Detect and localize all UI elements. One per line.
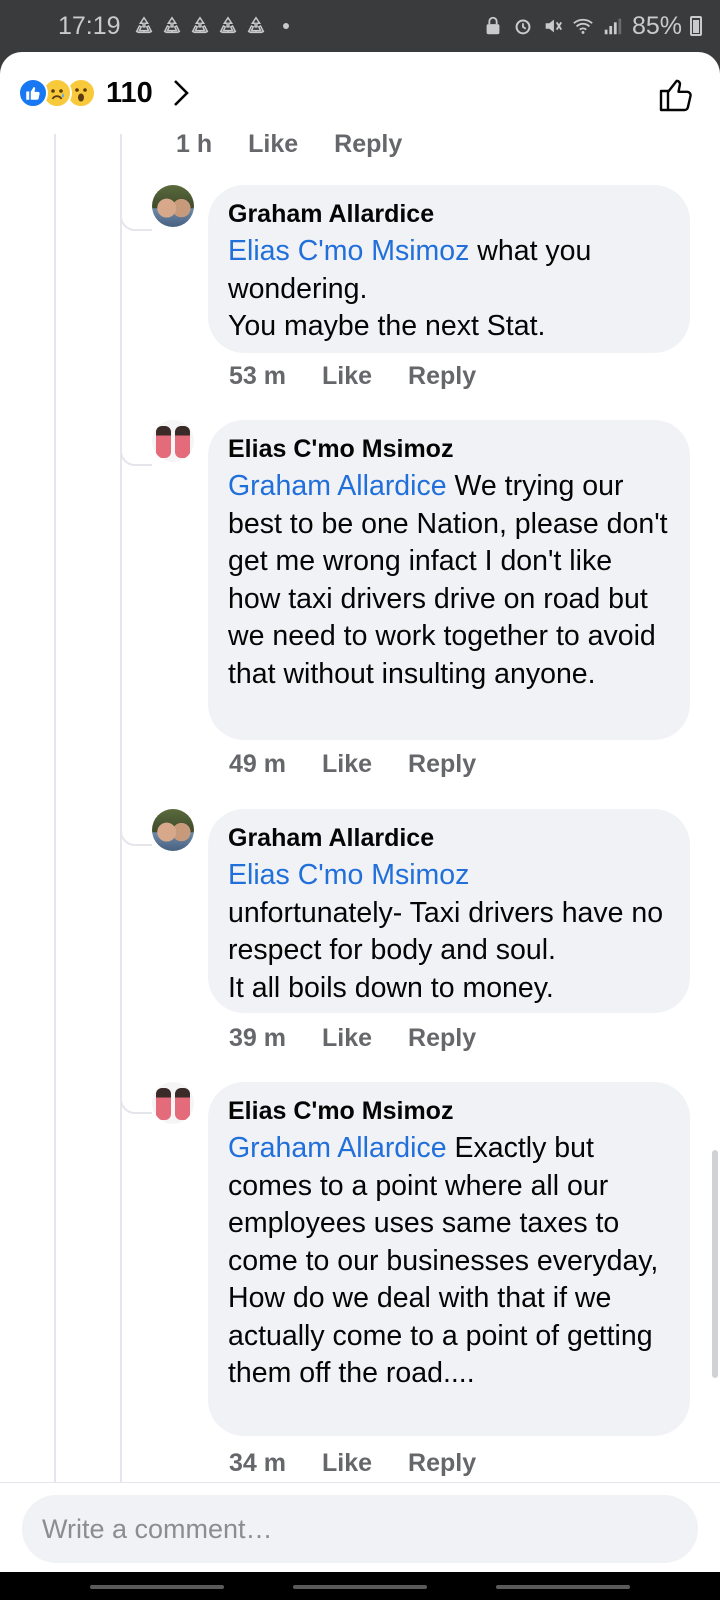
avatar[interactable] [152, 1082, 194, 1124]
reactions-header: 110 [0, 52, 720, 134]
thread-connector [120, 202, 152, 231]
mute-icon [545, 19, 562, 33]
system-icons: 85% [482, 12, 702, 41]
nav-recent-button[interactable] [90, 1585, 224, 1589]
recycle-icon [191, 16, 208, 34]
comment-bubble[interactable]: Graham Allardice Elias C'mo Msimoz what … [208, 185, 690, 353]
lock-icon [486, 16, 500, 35]
like-link[interactable]: Like [322, 362, 372, 391]
comment-input[interactable] [22, 1495, 698, 1563]
comment-actions: 39 m Like Reply [229, 1024, 476, 1053]
reply-link[interactable]: Reply [408, 750, 476, 779]
comment-bubble[interactable]: Elias C'mo Msimoz Graham Allardice Exact… [208, 1082, 690, 1436]
recycle-icon [135, 16, 152, 34]
status-bar: 17:19 85% [0, 0, 720, 52]
like-link[interactable]: Like [322, 1024, 372, 1053]
comment-text: Graham Allardice We trying our best to b… [228, 470, 668, 690]
nav-back-button[interactable] [496, 1585, 630, 1589]
wifi-icon [573, 18, 593, 34]
reaction-count: 110 [106, 76, 153, 109]
comment-actions: 53 m Like Reply [229, 362, 476, 391]
avatar[interactable] [152, 809, 194, 851]
comment-actions: 1 h Like Reply [176, 130, 402, 159]
mention-link[interactable]: Graham Allardice [228, 1132, 447, 1164]
like-link[interactable]: Like [248, 130, 298, 159]
like-link[interactable]: Like [322, 1449, 372, 1478]
reply-link[interactable]: Reply [408, 362, 476, 391]
comment-text: Elias C'mo Msimoz what you wondering. Yo… [228, 235, 592, 342]
mention-link[interactable]: Graham Allardice [228, 470, 447, 502]
signal-icon [604, 18, 622, 35]
comment-text: Graham Allardice Exactly but comes to a … [228, 1132, 659, 1389]
comment-author[interactable]: Graham Allardice [228, 823, 670, 853]
comment-actions: 34 m Like Reply [229, 1449, 476, 1478]
comments-sheet: 110 1 h Like Reply Graham Allardice Elia… [0, 52, 720, 1572]
mention-link[interactable]: Elias C'mo Msimoz [228, 235, 469, 267]
status-time: 17:19 [58, 11, 121, 40]
comment-bubble[interactable]: Graham Allardice Elias C'mo Msimoz unfor… [208, 809, 690, 1013]
thread-connector [120, 1085, 152, 1114]
reply-link[interactable]: Reply [408, 1449, 476, 1478]
mention-link[interactable]: Elias C'mo Msimoz [228, 859, 469, 891]
battery-percent: 85% [631, 11, 682, 40]
reply-link[interactable]: Reply [334, 130, 402, 159]
comment-time: 39 m [229, 1024, 286, 1052]
thread-connector [120, 437, 152, 466]
comment-time: 53 m [229, 362, 286, 390]
like-link[interactable]: Like [322, 750, 372, 779]
avatar[interactable] [152, 420, 194, 462]
scrollbar[interactable] [712, 1150, 718, 1378]
comment-composer [0, 1482, 720, 1572]
comment-time: 49 m [229, 750, 286, 778]
like-post-button[interactable] [656, 74, 696, 114]
thread-line-inner [120, 134, 122, 1482]
comment-author[interactable]: Elias C'mo Msimoz [228, 434, 670, 464]
notification-icons [133, 15, 289, 37]
chevron-right-icon [173, 80, 189, 106]
thread-line-outer [54, 134, 56, 1482]
nav-home-button[interactable] [293, 1585, 427, 1589]
comment-bubble[interactable]: Elias C'mo Msimoz Graham Allardice We tr… [208, 420, 690, 740]
comment-text: Elias C'mo Msimoz unfortunately- Taxi dr… [228, 859, 664, 1004]
avatar[interactable] [152, 185, 194, 227]
recycle-icon [163, 16, 180, 34]
more-notifications-dot [282, 23, 289, 29]
system-nav-bar [0, 1572, 720, 1600]
reply-link[interactable]: Reply [408, 1024, 476, 1053]
reactions-summary[interactable]: 110 [18, 77, 191, 110]
comment-actions: 49 m Like Reply [229, 750, 476, 779]
like-reaction-icon [18, 78, 48, 108]
comment-author[interactable]: Graham Allardice [228, 199, 670, 229]
comment-author[interactable]: Elias C'mo Msimoz [228, 1096, 670, 1126]
battery-icon [690, 16, 702, 36]
thread-connector [120, 817, 152, 846]
comment-time: 34 m [229, 1449, 286, 1477]
recycle-icon [247, 16, 264, 34]
recycle-icon [219, 16, 236, 34]
alarm-icon [515, 19, 531, 35]
comment-time: 1 h [176, 130, 213, 158]
